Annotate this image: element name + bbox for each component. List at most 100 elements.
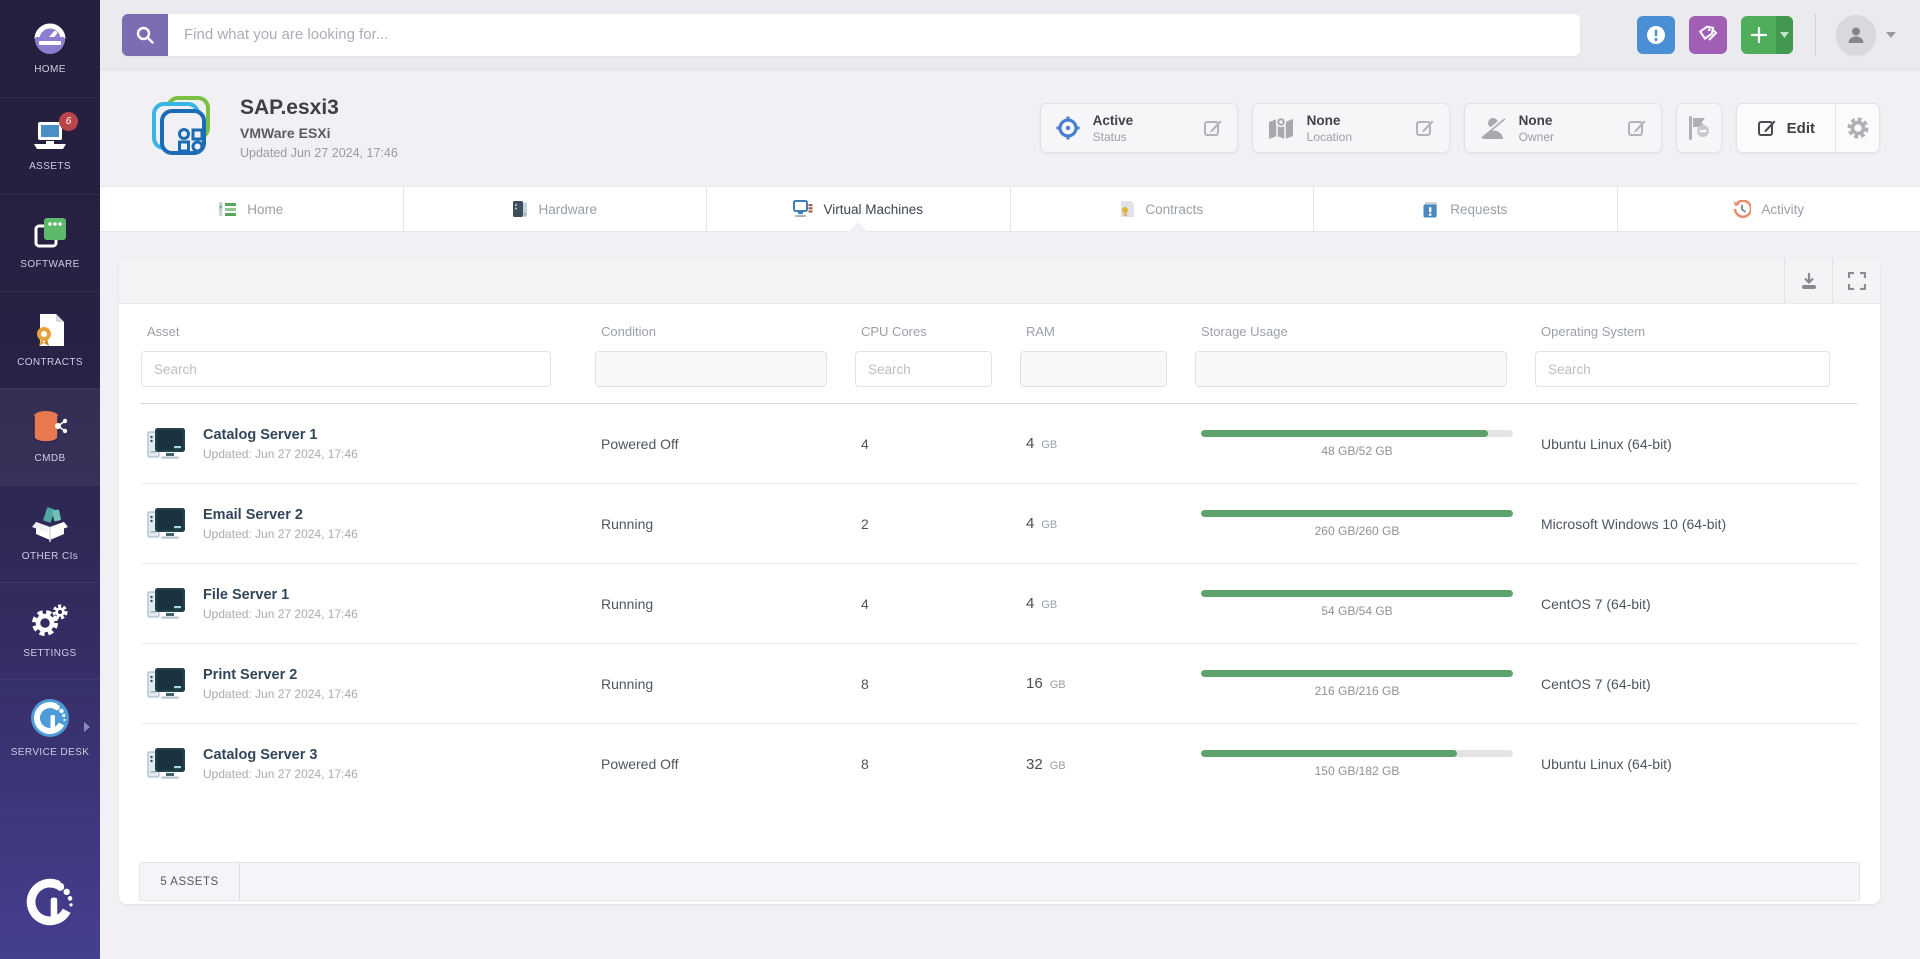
table-row[interactable]: Print Server 2 Updated: Jun 27 2024, 17:… — [141, 644, 1858, 724]
asset-updated-text: Updated: Jun 27 2024, 17:46 — [203, 767, 358, 781]
filter-storage-input[interactable] — [1195, 351, 1507, 387]
location-value: None — [1307, 113, 1352, 128]
column-header-ram[interactable]: RAM — [1020, 324, 1195, 339]
alerts-button[interactable] — [1637, 16, 1675, 54]
fullscreen-button[interactable] — [1832, 258, 1880, 303]
sidebar-item-cmdb[interactable]: CMDB — [0, 388, 100, 485]
sidebar-item-software[interactable]: SOFTWARE — [0, 194, 100, 291]
asset-type: VMWare ESXi — [240, 125, 398, 141]
tab-label: Contracts — [1145, 202, 1203, 217]
asset-name[interactable]: Catalog Server 3 — [203, 747, 358, 763]
sidebar-item-assets[interactable]: 6 ASSETS — [0, 97, 100, 194]
ram-value: 4 — [1026, 515, 1034, 532]
asset-header: SAP.esxi3 VMWare ESXi Updated Jun 27 202… — [100, 70, 1920, 160]
tab-label: Activity — [1761, 202, 1804, 217]
tab-label: Requests — [1450, 202, 1507, 217]
flag-button[interactable] — [1676, 103, 1722, 153]
vm-table: Asset Condition CPU Cores RAM Storage Us… — [119, 304, 1880, 804]
location-label: Location — [1307, 130, 1352, 144]
download-icon — [1799, 271, 1819, 291]
operating-system-cell: CentOS 7 (64-bit) — [1535, 596, 1858, 612]
asset-name[interactable]: Email Server 2 — [203, 507, 358, 523]
export-button[interactable] — [1784, 258, 1832, 303]
edit-status-icon[interactable] — [1181, 118, 1223, 138]
asset-count: 5 ASSETS — [140, 863, 240, 900]
contract-document-icon — [34, 312, 66, 348]
tab-label: Hardware — [538, 202, 597, 217]
ram-value: 4 — [1026, 435, 1034, 452]
asset-name[interactable]: Print Server 2 — [203, 667, 358, 683]
tags-icon — [1697, 24, 1719, 46]
asset-name[interactable]: File Server 1 — [203, 587, 358, 603]
tab-activity[interactable]: Activity — [1617, 187, 1920, 231]
asset-cell[interactable]: Print Server 2 Updated: Jun 27 2024, 17:… — [141, 667, 595, 701]
user-menu-caret-icon[interactable] — [1886, 32, 1896, 38]
ram-cell: 4 GB — [1020, 595, 1195, 612]
tab-label: Home — [247, 202, 283, 217]
sidebar-item-contracts[interactable]: CONTRACTS — [0, 291, 100, 388]
asset-cell[interactable]: Email Server 2 Updated: Jun 27 2024, 17:… — [141, 507, 595, 541]
tab-virtual-machines[interactable]: Virtual Machines — [706, 187, 1010, 231]
edit-owner-icon[interactable] — [1605, 118, 1647, 138]
asset-updated-text: Updated: Jun 27 2024, 17:46 — [203, 687, 358, 701]
asset-cell[interactable]: Catalog Server 3 Updated: Jun 27 2024, 1… — [141, 747, 595, 781]
owner-value: None — [1519, 113, 1554, 128]
sidebar-item-label: SERVICE DESK — [11, 747, 90, 759]
column-header-condition[interactable]: Condition — [595, 324, 855, 339]
vmware-host-icon — [148, 96, 212, 160]
user-avatar[interactable] — [1836, 15, 1876, 55]
tab-hardware[interactable]: Hardware — [403, 187, 707, 231]
status-card[interactable]: Active Status — [1040, 103, 1238, 153]
table-row[interactable]: Catalog Server 1 Updated: Jun 27 2024, 1… — [141, 404, 1858, 484]
person-slash-icon — [1479, 115, 1507, 141]
edit-button-group: Edit — [1736, 103, 1880, 153]
column-header-cpu-cores[interactable]: CPU Cores — [855, 324, 1020, 339]
topbar — [100, 0, 1920, 70]
asset-updated-text: Updated: Jun 27 2024, 17:46 — [203, 527, 358, 541]
column-header-asset[interactable]: Asset — [141, 324, 595, 339]
filter-asset-input[interactable] — [141, 351, 551, 387]
table-row[interactable]: Email Server 2 Updated: Jun 27 2024, 17:… — [141, 484, 1858, 564]
tab-home[interactable]: Home — [100, 187, 403, 231]
asset-actions: Active Status None Location — [1040, 103, 1880, 153]
edit-location-icon[interactable] — [1393, 118, 1435, 138]
sidebar-item-other-cis[interactable]: OTHER CIs — [0, 485, 100, 582]
table-row[interactable]: Catalog Server 3 Updated: Jun 27 2024, 1… — [141, 724, 1858, 804]
column-header-operating-system[interactable]: Operating System — [1535, 324, 1858, 339]
sidebar-item-home[interactable]: HOME — [0, 0, 100, 97]
asset-name[interactable]: Catalog Server 1 — [203, 427, 358, 443]
filter-condition-input[interactable] — [595, 351, 827, 387]
service-desk-logo-icon — [30, 698, 70, 738]
ram-value: 4 — [1026, 595, 1034, 612]
column-header-storage-usage[interactable]: Storage Usage — [1195, 324, 1535, 339]
table-row[interactable]: File Server 1 Updated: Jun 27 2024, 17:4… — [141, 564, 1858, 644]
asset-cell[interactable]: File Server 1 Updated: Jun 27 2024, 17:4… — [141, 587, 595, 621]
owner-card[interactable]: None Owner — [1464, 103, 1662, 153]
edit-button[interactable]: Edit — [1737, 104, 1835, 152]
filter-ram-input[interactable] — [1020, 351, 1167, 387]
tab-requests[interactable]: Requests — [1313, 187, 1617, 231]
filter-os-input[interactable] — [1535, 351, 1830, 387]
computer-icon — [147, 667, 187, 701]
storage-label: 216 GB/216 GB — [1201, 684, 1513, 698]
ram-unit: GB — [1050, 760, 1066, 772]
ram-value: 16 — [1026, 675, 1043, 692]
search-input[interactable] — [168, 14, 1580, 56]
add-button[interactable] — [1741, 16, 1793, 54]
asset-updated-text: Updated: Jun 27 2024, 17:46 — [203, 607, 358, 621]
gears-icon — [31, 603, 69, 639]
tab-contracts[interactable]: Contracts — [1010, 187, 1314, 231]
sidebar-item-settings[interactable]: SETTINGS — [0, 582, 100, 679]
filter-cpu-input[interactable] — [855, 351, 992, 387]
tab-bar: Home Hardware Virtual Machines Contracts — [100, 186, 1920, 232]
condition-cell: Powered Off — [595, 436, 855, 452]
asset-settings-button[interactable] — [1835, 104, 1879, 152]
tags-button[interactable] — [1689, 16, 1727, 54]
location-card[interactable]: None Location — [1252, 103, 1450, 153]
database-icon — [31, 410, 69, 444]
search-button[interactable] — [122, 14, 168, 56]
ram-unit: GB — [1041, 439, 1057, 451]
asset-cell[interactable]: Catalog Server 1 Updated: Jun 27 2024, 1… — [141, 427, 595, 461]
sidebar-item-service-desk[interactable]: SERVICE DESK — [0, 679, 100, 776]
add-dropdown-caret-icon[interactable] — [1776, 16, 1793, 54]
